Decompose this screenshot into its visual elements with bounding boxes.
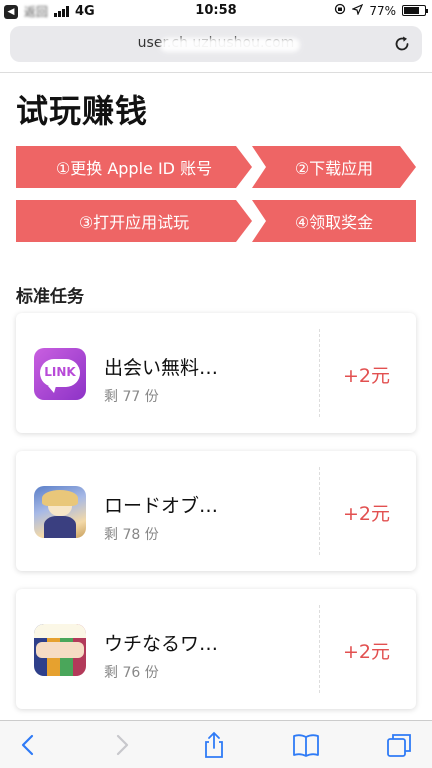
share-icon[interactable]	[199, 731, 229, 759]
game-app-icon	[34, 486, 86, 538]
step-open-app-trial[interactable]: ③打开应用试玩	[16, 200, 252, 242]
task-remaining: 剩 76 份	[104, 665, 159, 681]
task-reward: +2元	[342, 503, 390, 525]
redacted-mark	[160, 38, 300, 52]
task-name: ロードオブ…	[104, 495, 219, 517]
battery-fill	[404, 7, 419, 14]
tabs-icon[interactable]	[384, 731, 414, 759]
back-icon[interactable]	[14, 731, 44, 759]
task-name: 出会い無料…	[104, 357, 219, 379]
battery-icon	[402, 5, 428, 16]
battery-percent: 77%	[369, 3, 396, 18]
location-arrow-icon	[351, 3, 364, 18]
task-remaining: 剩 78 份	[104, 527, 159, 543]
status-right: 77%	[334, 3, 428, 18]
line-app-icon-text: LINK	[44, 365, 76, 379]
step-download-app[interactable]: ②下载应用	[252, 146, 416, 188]
divider	[319, 467, 320, 555]
address-bar[interactable]: user.ch uzhushou.com	[10, 26, 422, 62]
task-reward: +2元	[342, 365, 390, 387]
task-card[interactable]: ウチなるワ… 剩 76 份 +2元	[16, 589, 416, 709]
status-bar: ◀ 返回 4G 10:58 77%	[0, 0, 432, 22]
step-claim-reward[interactable]: ④领取奖金	[252, 200, 416, 242]
page-title: 试玩赚钱	[16, 92, 149, 130]
forward-icon[interactable]	[106, 731, 136, 759]
step-change-apple-id[interactable]: ①更换 Apple ID 账号	[16, 146, 252, 188]
divider	[0, 72, 432, 73]
anime-app-icon	[34, 624, 86, 676]
task-name: ウチなるワ…	[104, 633, 219, 655]
bookmarks-icon[interactable]	[291, 731, 321, 759]
reload-icon[interactable]	[392, 34, 412, 54]
divider	[319, 605, 320, 693]
task-card[interactable]: LINK 出会い無料… 剩 77 份 +2元	[16, 313, 416, 433]
section-title: 标准任务	[16, 287, 84, 307]
task-remaining: 剩 77 份	[104, 389, 159, 405]
divider	[319, 329, 320, 417]
safari-toolbar	[0, 720, 432, 768]
task-reward: +2元	[342, 641, 390, 663]
rotation-lock-icon	[334, 3, 346, 18]
line-app-icon: LINK	[34, 348, 86, 400]
task-card[interactable]: ロードオブ… 剩 78 份 +2元	[16, 451, 416, 571]
